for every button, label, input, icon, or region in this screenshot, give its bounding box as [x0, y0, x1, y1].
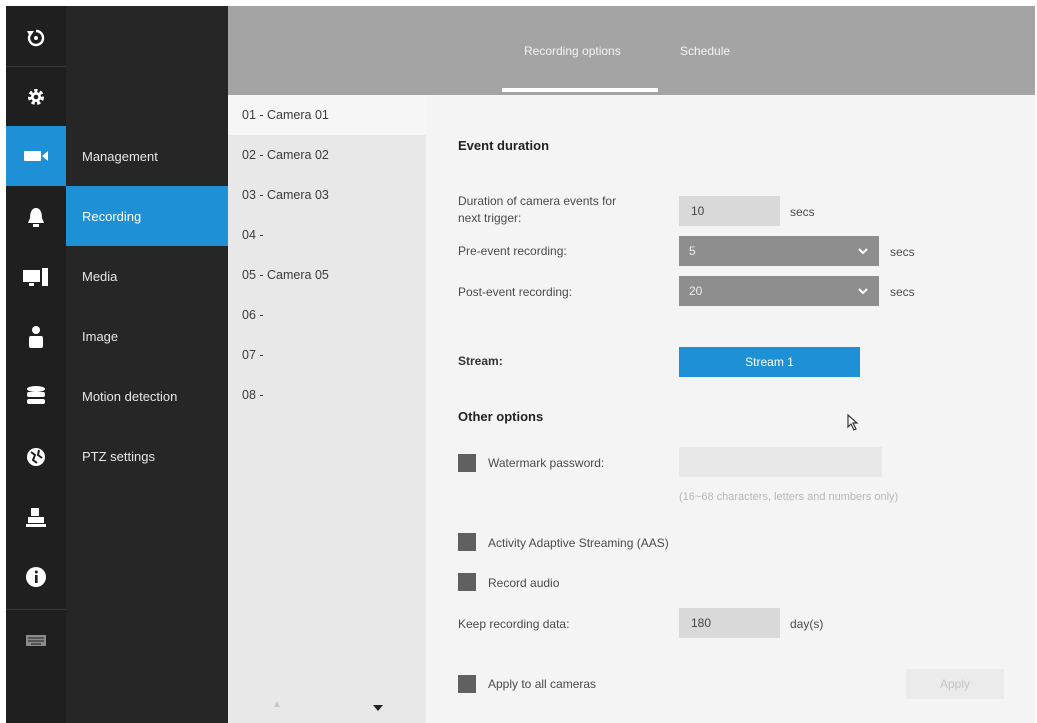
- duration-label-line1: Duration of camera events for: [458, 194, 617, 208]
- submenu-item-motion-detection[interactable]: Motion detection: [66, 366, 228, 426]
- submenu-item-recording[interactable]: Recording: [66, 186, 228, 246]
- camera-label: 06 -: [242, 308, 264, 322]
- submenu-item-ptz-settings[interactable]: PTZ settings: [66, 426, 228, 486]
- display-icon[interactable]: [6, 249, 66, 305]
- post-event-value: 20: [689, 284, 703, 298]
- storage-icon[interactable]: [6, 369, 66, 425]
- submenu-item-image[interactable]: Image: [66, 306, 228, 366]
- keyboard-icon[interactable]: [6, 612, 66, 668]
- camera-icon[interactable]: [6, 126, 66, 186]
- record-audio-checkbox[interactable]: [458, 573, 476, 591]
- camera-list-item[interactable]: 04 -: [228, 215, 426, 255]
- duration-label: Duration of camera events for next trigg…: [458, 193, 616, 227]
- stream-label: Stream:: [458, 354, 503, 368]
- recording-submenu: Management Recording Media Image Motion …: [66, 6, 228, 723]
- camera-list-item[interactable]: 05 - Camera 05: [228, 255, 426, 295]
- recording-options-panel: Event duration Duration of camera events…: [426, 95, 1035, 723]
- submenu-item-label: Image: [82, 328, 119, 344]
- camera-label: 02 - Camera 02: [242, 148, 329, 162]
- watermark-checkbox[interactable]: [458, 454, 476, 472]
- app-window: Management Recording Media Image Motion …: [0, 0, 1037, 723]
- icon-rail: [6, 6, 66, 723]
- back-icon[interactable]: [6, 10, 66, 66]
- camera-list-item[interactable]: 01 - Camera 01: [228, 95, 426, 135]
- submenu-item-label: Management: [82, 148, 158, 164]
- submenu-item-label: Recording: [82, 208, 142, 224]
- camera-label: 03 - Camera 03: [242, 188, 329, 202]
- tab-schedule[interactable]: Schedule: [680, 44, 730, 58]
- camera-list-item[interactable]: 06 -: [228, 295, 426, 335]
- top-header: Recording options Schedule: [228, 6, 1035, 95]
- mouse-cursor-icon: [847, 413, 859, 431]
- record-audio-label: Record audio: [488, 576, 560, 590]
- pre-event-label: Pre-event recording:: [458, 244, 567, 258]
- pos-icon[interactable]: [6, 489, 66, 545]
- camera-list-item[interactable]: 02 - Camera 02: [228, 135, 426, 175]
- watermark-hint: (16~68 characters, letters and numbers o…: [679, 491, 899, 503]
- watermark-password-input[interactable]: [679, 447, 882, 477]
- submenu-item-label: PTZ settings: [82, 448, 155, 464]
- submenu-item-management[interactable]: Management: [66, 126, 228, 186]
- duration-input[interactable]: 10: [679, 196, 780, 226]
- network-icon[interactable]: [6, 429, 66, 485]
- scroll-down-icon[interactable]: [372, 703, 384, 713]
- keep-recording-unit: day(s): [790, 617, 824, 631]
- camera-label: 08 -: [242, 388, 264, 402]
- camera-label: 01 - Camera 01: [242, 108, 329, 122]
- event-duration-title: Event duration: [458, 138, 550, 153]
- alarm-icon[interactable]: [6, 189, 66, 245]
- stream-select-button[interactable]: Stream 1: [679, 347, 860, 377]
- aas-label: Activity Adaptive Streaming (AAS): [488, 536, 669, 550]
- camera-list: 01 - Camera 01 02 - Camera 02 03 - Camer…: [228, 95, 426, 723]
- submenu-item-label: Media: [82, 268, 118, 284]
- tab-recording-options[interactable]: Recording options: [524, 44, 621, 58]
- apply-all-checkbox[interactable]: [458, 675, 476, 693]
- aas-checkbox[interactable]: [458, 533, 476, 551]
- apply-button[interactable]: Apply: [906, 669, 1004, 699]
- scroll-up-icon[interactable]: ▲: [272, 699, 282, 710]
- info-icon[interactable]: [6, 549, 66, 605]
- other-options-title: Other options: [458, 409, 544, 424]
- post-event-select[interactable]: 20: [679, 276, 879, 306]
- post-event-unit: secs: [890, 285, 915, 299]
- submenu-item-label: Motion detection: [82, 388, 178, 404]
- keep-recording-label: Keep recording data:: [458, 617, 570, 631]
- submenu-item-media[interactable]: Media: [66, 246, 228, 306]
- pre-event-unit: secs: [890, 245, 915, 259]
- keep-recording-input[interactable]: 180: [679, 608, 780, 638]
- user-icon[interactable]: [6, 309, 66, 365]
- pre-event-select[interactable]: 5: [679, 236, 879, 266]
- apply-all-label: Apply to all cameras: [488, 677, 597, 691]
- camera-list-item[interactable]: 03 - Camera 03: [228, 175, 426, 215]
- camera-label: 04 -: [242, 228, 264, 242]
- duration-label-line2: next trigger:: [458, 211, 522, 225]
- duration-unit: secs: [790, 205, 815, 219]
- gear-icon[interactable]: [6, 69, 66, 125]
- pre-event-value: 5: [689, 244, 696, 258]
- camera-list-item[interactable]: 08 -: [228, 375, 426, 415]
- camera-label: 05 - Camera 05: [242, 268, 329, 282]
- active-tab-indicator: [502, 88, 658, 92]
- camera-list-item[interactable]: 07 -: [228, 335, 426, 375]
- post-event-label: Post-event recording:: [458, 285, 573, 299]
- chevron-down-icon: [858, 288, 868, 295]
- watermark-label: Watermark password:: [488, 456, 605, 470]
- chevron-down-icon: [858, 248, 868, 255]
- camera-label: 07 -: [242, 348, 264, 362]
